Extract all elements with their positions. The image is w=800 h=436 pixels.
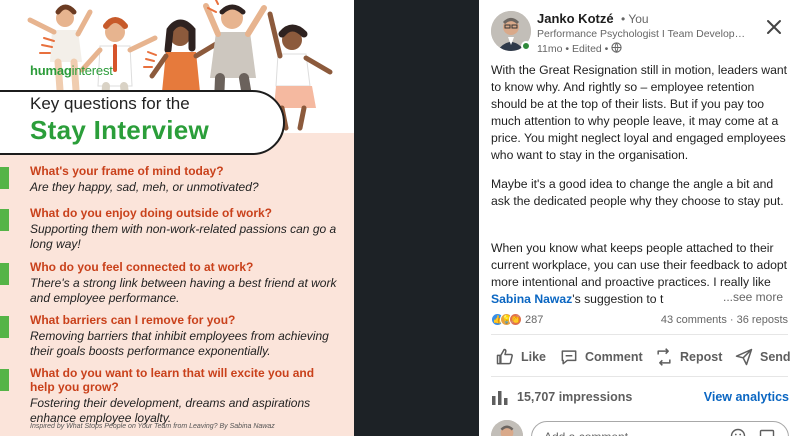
send-label: Send	[760, 350, 791, 364]
stay-interview-infographic: humaginterest Key questions for the Stay…	[0, 0, 354, 436]
comment-icon	[561, 350, 577, 365]
emoji-icon[interactable]	[730, 428, 746, 436]
question-heading: Who do you feel connected to at work?	[30, 260, 254, 274]
send-icon	[735, 348, 753, 366]
green-bar-marker	[0, 209, 9, 231]
screen: humaginterest Key questions for the Stay…	[0, 0, 800, 436]
like-button[interactable]: Like	[495, 346, 546, 368]
add-comment-input[interactable]	[531, 421, 789, 436]
mention-link[interactable]: Sabina Nawaz	[491, 292, 572, 306]
globe-icon	[611, 42, 622, 53]
repost-button[interactable]: Repost	[654, 346, 722, 368]
post-paragraph: With the Great Resignation still in moti…	[491, 63, 788, 162]
repost-icon	[657, 348, 671, 366]
infographic-credit: Inspired by What Stops People on Your Te…	[30, 423, 275, 430]
comments-reposts-count[interactable]: 43 comments · 36 reposts	[661, 314, 788, 326]
divider	[491, 334, 788, 335]
thumbs-up-icon	[496, 348, 513, 365]
online-status-icon	[521, 41, 531, 51]
commenter-photo-icon	[491, 420, 523, 436]
green-bar-marker	[0, 369, 9, 391]
author-name[interactable]: Janko Kotzé	[537, 11, 614, 26]
impressions-text: 15,707 impressions	[517, 390, 633, 404]
green-bar-marker	[0, 316, 9, 338]
question-heading: What do you enjoy doing outside of work?	[30, 206, 272, 220]
question-body: Supporting them with non-work-related pa…	[30, 222, 337, 251]
post-meta-text: 11mo • Edited •	[537, 43, 609, 55]
view-analytics-link[interactable]: View analytics	[704, 390, 789, 404]
post-meta: 11mo • Edited •	[537, 42, 622, 55]
commenter-avatar	[491, 420, 523, 436]
close-icon	[767, 20, 781, 34]
impressions-stat: 15,707 impressions	[491, 388, 632, 406]
infographic-title-line2: Stay Interview	[30, 115, 210, 145]
post-text-segment: When you know what keeps people attached…	[491, 241, 788, 289]
celebrate-reaction-icon: 👏	[509, 313, 522, 326]
post-paragraph: Maybe it's a good idea to change the ang…	[491, 177, 784, 208]
see-more-link[interactable]: ...see more	[723, 290, 783, 304]
send-button[interactable]: Send	[734, 346, 791, 368]
reaction-count[interactable]: 287	[525, 314, 543, 326]
image-icon[interactable]	[759, 428, 775, 436]
comment-label: Comment	[585, 350, 643, 364]
question-heading: What barriers can I remove for you?	[30, 313, 236, 327]
question-heading-continued: help you grow?	[30, 380, 119, 394]
humaninterest-logo: humaginterest	[30, 63, 113, 78]
question-body: Removing barriers that inhibit employees…	[30, 329, 329, 358]
comment-button[interactable]: Comment	[559, 346, 643, 368]
divider	[491, 376, 788, 377]
question-body: Fostering their development, dreams and …	[30, 396, 311, 425]
like-label: Like	[521, 350, 547, 364]
question-body: There's a strong link between having a b…	[30, 276, 337, 305]
infographic-title-line1: Key questions for the	[30, 94, 190, 113]
bar-chart-icon	[492, 391, 508, 405]
green-bar-marker	[0, 263, 9, 285]
green-bar-marker	[0, 167, 9, 189]
author-you-badge: • You	[621, 12, 649, 26]
question-body: Are they happy, sad, meh, or unmotivated…	[30, 180, 259, 194]
repost-label: Repost	[680, 350, 723, 364]
close-button[interactable]	[763, 16, 785, 38]
author-headline: Performance Psychologist I Team Developm…	[537, 28, 752, 40]
question-heading: What do you want to learn that will exci…	[30, 366, 315, 380]
post-text-segment: 's suggestion to t	[572, 292, 664, 306]
question-heading: What's your frame of mind today?	[30, 164, 224, 178]
linkedin-post-panel: Janko Kotzé • You Performance Psychologi…	[479, 0, 800, 436]
